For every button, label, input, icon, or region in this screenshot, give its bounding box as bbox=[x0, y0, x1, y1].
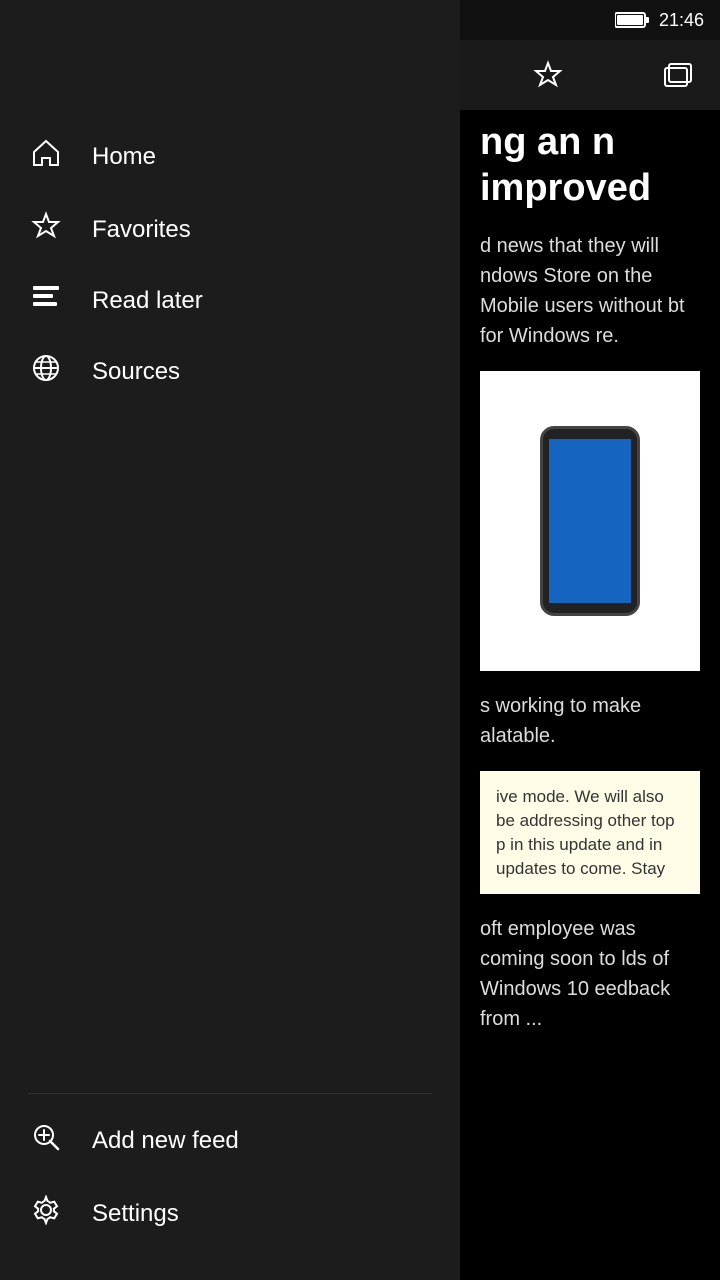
time-display: 21:46 bbox=[659, 10, 704, 31]
article-content: ng an n improved d news that they will n… bbox=[460, 110, 720, 1280]
sidebar-add-feed-label: Add new feed bbox=[92, 1127, 239, 1155]
favorites-icon bbox=[28, 211, 64, 248]
add-feed-icon bbox=[28, 1122, 64, 1159]
sidebar-favorites-label: Favorites bbox=[92, 216, 191, 244]
settings-gear-icon bbox=[28, 1195, 64, 1232]
sidebar-divider bbox=[28, 1093, 432, 1094]
read-later-icon bbox=[28, 284, 64, 317]
article-heading: ng an n improved bbox=[480, 120, 700, 211]
share-icon[interactable] bbox=[656, 53, 700, 97]
sidebar-item-sources[interactable]: Sources bbox=[0, 335, 460, 408]
sidebar-item-settings[interactable]: Settings bbox=[0, 1177, 460, 1250]
status-right: 21:46 bbox=[615, 10, 704, 31]
sidebar-item-read-later[interactable]: Read later bbox=[0, 266, 460, 335]
sidebar-item-favorites[interactable]: Favorites bbox=[0, 193, 460, 266]
article-body-1: d news that they will ndows Store on the… bbox=[480, 231, 700, 351]
phone-mockup bbox=[540, 426, 640, 616]
article-body-3: oft employee was coming soon to lds of W… bbox=[480, 914, 700, 1034]
article-quote-box: ive mode. We will also be addressing oth… bbox=[480, 771, 700, 894]
sidebar-bottom: Add new feed Settings bbox=[0, 1083, 460, 1280]
phone-screen bbox=[549, 439, 631, 603]
battery-icon bbox=[615, 11, 649, 29]
sidebar-settings-label: Settings bbox=[92, 1200, 179, 1228]
article-image bbox=[480, 371, 700, 671]
article-body-2: s working to make alatable. bbox=[480, 691, 700, 751]
sources-globe-icon bbox=[28, 353, 64, 390]
sidebar-item-add-feed[interactable]: Add new feed bbox=[0, 1104, 460, 1177]
home-icon bbox=[28, 138, 64, 175]
sidebar: Home Favorites Read later bbox=[0, 0, 460, 1280]
sidebar-item-home[interactable]: Home bbox=[0, 120, 460, 193]
sidebar-home-label: Home bbox=[92, 143, 156, 171]
sidebar-sources-label: Sources bbox=[92, 358, 180, 386]
sidebar-read-later-label: Read later bbox=[92, 287, 203, 315]
favorite-star-icon[interactable] bbox=[526, 53, 570, 97]
sidebar-nav: Home Favorites Read later bbox=[0, 110, 460, 1083]
